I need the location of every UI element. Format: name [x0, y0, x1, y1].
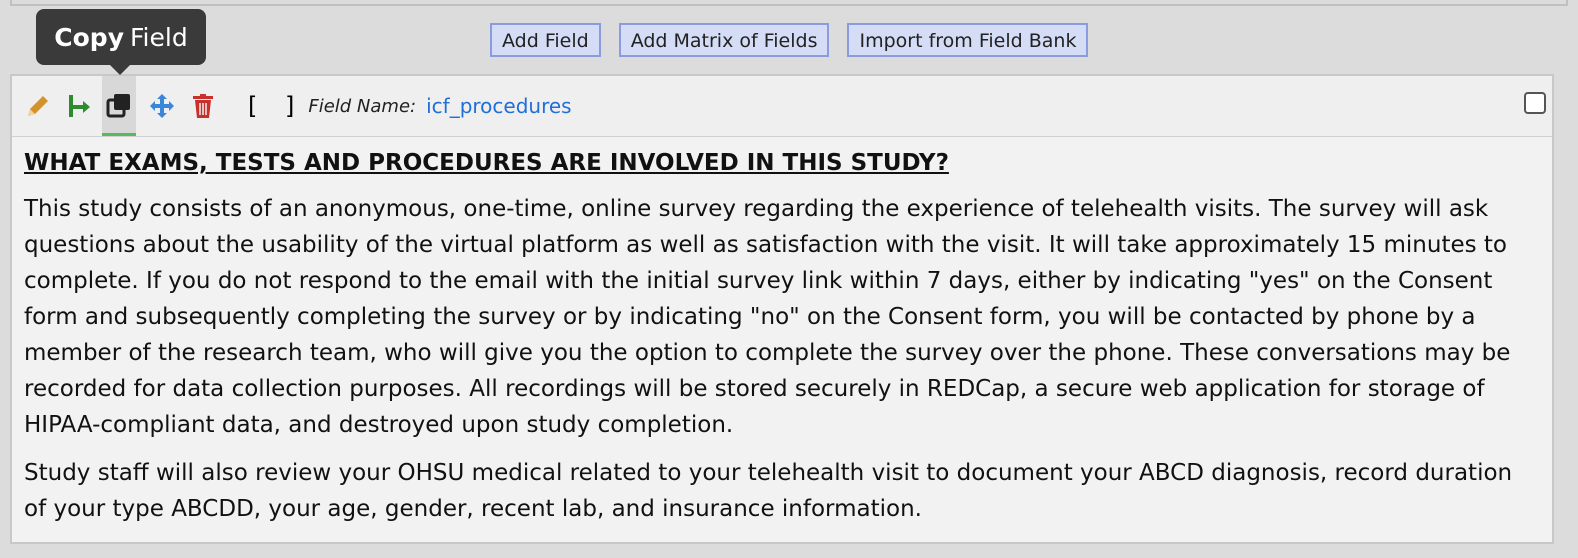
section-heading: WHAT EXAMS, TESTS AND PROCEDURES ARE INV… [24, 150, 949, 176]
tooltip-text: Field [130, 22, 188, 52]
pencil-icon[interactable] [23, 91, 53, 121]
top-section-border [10, 0, 1568, 6]
field-header: [ ] Field Name: icf_procedures [12, 76, 1552, 137]
tooltip-bold-text: Copy [54, 22, 124, 52]
field-name-value: icf_procedures [426, 94, 572, 118]
field-brackets: [ ] [248, 92, 305, 120]
field-content: WHAT EXAMS, TESTS AND PROCEDURES ARE INV… [12, 137, 1552, 527]
copy-icon[interactable] [102, 76, 136, 136]
field-toolbar: Add Field Add Matrix of Fields Import fr… [490, 23, 1089, 57]
paragraph-record-review: Study staff will also review your OHSU m… [24, 460, 1513, 522]
paragraph-procedures: This study consists of an anonymous, one… [24, 196, 1511, 438]
trash-icon[interactable] [188, 91, 218, 121]
field-select-checkbox[interactable] [1524, 92, 1546, 114]
add-matrix-button[interactable]: Add Matrix of Fields [618, 23, 830, 57]
field-panel: [ ] Field Name: icf_procedures WHAT EXAM… [10, 74, 1554, 544]
add-field-button[interactable]: Add Field [490, 23, 601, 57]
copy-field-tooltip: Copy Field [36, 9, 206, 75]
import-field-bank-button[interactable]: Import from Field Bank [847, 23, 1089, 57]
branch-icon[interactable] [64, 91, 94, 121]
move-icon[interactable] [147, 91, 177, 121]
field-name-label: Field Name: [308, 95, 417, 117]
